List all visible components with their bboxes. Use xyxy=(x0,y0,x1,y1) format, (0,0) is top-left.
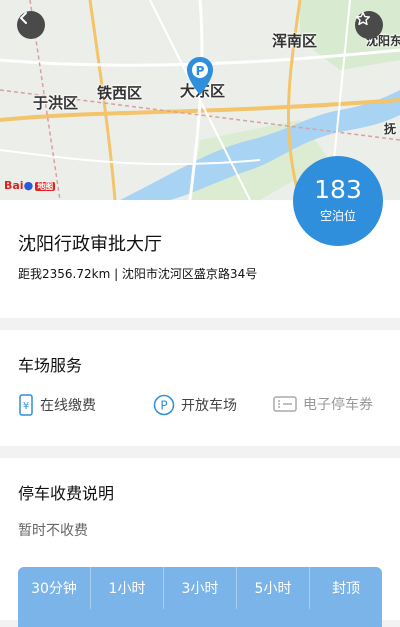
services-title: 车场服务 xyxy=(18,356,83,375)
service-e-ticket: 电子停车券 xyxy=(273,394,373,414)
fee-column-header: 30分钟 xyxy=(18,567,91,609)
paw-icon: ● xyxy=(23,179,34,192)
district-label-fu: 抚 xyxy=(384,122,397,136)
logo-text: Bai xyxy=(4,179,24,192)
district-label-yuhong: 于洪区 xyxy=(33,94,79,112)
parking-pin-icon[interactable]: P xyxy=(186,56,214,96)
svg-text:P: P xyxy=(196,64,205,78)
baidu-map-logo: Bai● 地图 xyxy=(4,179,56,192)
service-online-payment: ¥ 在线缴费 xyxy=(18,394,96,416)
district-label-hunnan: 浑南区 xyxy=(272,32,318,50)
fee-column-header: 3小时 xyxy=(164,567,237,609)
fee-column-header: 5小时 xyxy=(237,567,310,609)
fee-column-header: 封顶 xyxy=(332,581,360,597)
fee-title: 停车收费说明 xyxy=(18,484,115,503)
parking-distance-address: 距我2356.72km | 沈阳市沈河区盛京路34号 xyxy=(18,267,258,281)
fee-table-header: 30分钟 1小时 3小时 5小时 封顶 xyxy=(18,567,382,627)
back-button[interactable] xyxy=(17,11,45,39)
favorite-button[interactable] xyxy=(355,11,383,39)
fee-note: 暂时不收费 xyxy=(18,523,88,539)
star-icon xyxy=(356,11,370,26)
parking-name: 沈阳行政审批大厅 xyxy=(18,234,162,255)
available-spots-badge: 183 空泊位 xyxy=(293,156,383,246)
fee-column-header: 1小时 xyxy=(91,567,164,609)
service-label: 电子停车券 xyxy=(303,397,373,413)
parking-services-section: 车场服务 ¥ 在线缴费 P 开放车场 电子停车券 xyxy=(0,330,400,446)
svg-text:P: P xyxy=(160,399,167,413)
payment-icon: ¥ xyxy=(18,394,34,416)
available-spots-label: 空泊位 xyxy=(319,209,356,223)
district-label-tiexi: 铁西区 xyxy=(97,84,143,102)
service-label: 在线缴费 xyxy=(40,398,96,414)
logo-suffix: 地图 xyxy=(35,182,56,191)
parking-fee-section: 停车收费说明 暂时不收费 30分钟 1小时 3小时 5小时 封顶 xyxy=(0,458,400,627)
service-open-lot: P 开放车场 xyxy=(153,394,237,416)
svg-text:¥: ¥ xyxy=(23,401,29,412)
chevron-left-icon xyxy=(19,12,27,24)
parking-circle-icon: P xyxy=(153,394,175,416)
available-spots-count: 183 xyxy=(314,175,362,204)
ticket-icon xyxy=(273,395,297,413)
service-label: 开放车场 xyxy=(181,398,237,414)
